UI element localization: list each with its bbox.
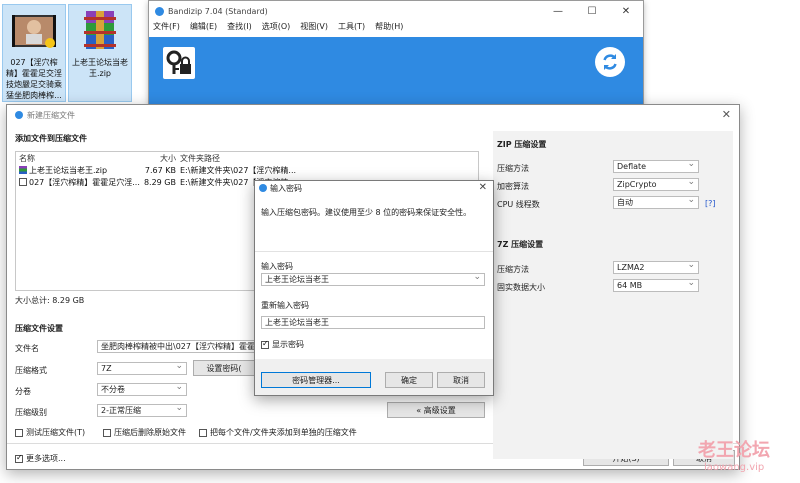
maximize-icon[interactable]: ☐	[575, 1, 609, 21]
zip-method-select[interactable]: Deflate	[613, 160, 699, 173]
password-dialog-title: 输入密码	[270, 183, 302, 193]
column-name[interactable]: 名称	[16, 153, 140, 164]
checkbox-box[interactable]	[15, 453, 23, 463]
desktop-icon-zip[interactable]: 上老王论坛当老王.zip	[68, 4, 132, 102]
bandizip-title: Bandizip 7.04 (Standard)	[168, 6, 268, 16]
more-options-checkbox[interactable]: 更多选项...	[15, 453, 66, 464]
advanced-settings-button[interactable]: « 高级设置	[387, 402, 485, 418]
delete-after-checkbox[interactable]: 压缩后删除原始文件	[103, 427, 186, 438]
new-archive-titlebar: 新建压缩文件	[7, 105, 739, 125]
format-label: 压缩格式	[15, 366, 47, 375]
close-icon[interactable]: ✕	[722, 108, 731, 121]
split-select[interactable]: 不分卷	[97, 383, 187, 396]
bandizip-small-icon	[259, 184, 267, 192]
password-cancel-button[interactable]: 取消	[437, 372, 485, 388]
bandizip-window-controls: — ☐ ✕	[541, 1, 643, 21]
bandizip-main-window: Bandizip 7.04 (Standard) — ☐ ✕ 文件(F) 编辑(…	[148, 0, 644, 112]
desktop-icon-zip-label: 上老王论坛当老王.zip	[72, 58, 128, 78]
video-file-icon	[19, 178, 27, 186]
password-dialog-titlebar: 输入密码	[255, 181, 493, 195]
video-thumbnail-icon	[10, 7, 58, 55]
minimize-icon[interactable]: —	[541, 1, 575, 21]
level-select[interactable]: 2-正常压缩	[97, 404, 187, 417]
separate-archives-checkbox[interactable]: 把每个文件/文件夹添加到单独的压缩文件	[199, 427, 357, 438]
help-link[interactable]: [?]	[705, 199, 716, 208]
password-dialog: 输入密码 ✕ 输入压缩包密码。建议使用至少 8 位的密码来保证安全性。 输入密码…	[254, 180, 494, 396]
file-row[interactable]: 上老王论坛当老王.zip 7.67 KB E:\新建文件夹\027【淫穴榨精..…	[16, 164, 478, 176]
reenter-password-input[interactable]: 上老王论坛当老王	[261, 316, 485, 329]
bandizip-small-icon	[15, 111, 23, 119]
archive-settings-heading: 压缩文件设置	[15, 324, 63, 333]
show-password-checkbox[interactable]: 显示密码	[261, 339, 304, 350]
file-name: 027【淫穴榨精】霍霍足穴淫...	[29, 177, 140, 187]
password-input[interactable]: 上老王论坛当老王	[261, 273, 485, 286]
7z-method-label: 压缩方法	[497, 265, 529, 274]
zip-file-icon	[19, 166, 27, 174]
close-icon[interactable]: ✕	[479, 182, 487, 193]
checkbox-box[interactable]	[261, 339, 269, 349]
menu-find[interactable]: 查找(I)	[227, 21, 252, 35]
menu-options[interactable]: 选项(O)	[262, 21, 291, 35]
bandizip-toolbar	[149, 37, 643, 111]
filename-label: 文件名	[15, 344, 39, 353]
compression-settings-panel: ZIP 压缩设置 压缩方法 Deflate 加密算法 ZipCrypto CPU…	[493, 131, 733, 459]
checkbox-box[interactable]	[103, 428, 111, 437]
menu-edit[interactable]: 编辑(E)	[190, 21, 217, 35]
format-select[interactable]: 7Z	[97, 362, 187, 375]
bandizip-menubar: 文件(F) 编辑(E) 查找(I) 选项(O) 视图(V) 工具(T) 帮助(H…	[149, 21, 643, 35]
7z-method-select[interactable]: LZMA2	[613, 261, 699, 274]
file-path: E:\新建文件夹\027【淫穴榨精...	[180, 165, 297, 175]
refresh-icon[interactable]	[595, 47, 625, 77]
close-icon[interactable]: ✕	[609, 1, 643, 21]
checkbox-label: 更多选项...	[26, 454, 66, 463]
total-size: 大小总计: 8.29 GB	[15, 296, 85, 305]
column-size[interactable]: 大小	[140, 153, 180, 164]
zip-encrypt-label: 加密算法	[497, 182, 529, 191]
watermark-url: laowang.vip	[704, 462, 765, 473]
cpu-threads-label: CPU 线程数	[497, 200, 540, 209]
ok-button[interactable]: 确定	[385, 372, 433, 388]
reenter-password-label: 重新输入密码	[261, 301, 309, 310]
new-archive-title: 新建压缩文件	[27, 110, 75, 120]
password-manager-button[interactable]: 密码管理器...	[261, 372, 371, 388]
set-password-button[interactable]: 设置密码(	[193, 360, 255, 376]
checkbox-label: 压缩后删除原始文件	[114, 428, 186, 437]
menu-view[interactable]: 视图(V)	[300, 21, 328, 35]
checkbox-label: 测试压缩文件(T)	[26, 428, 86, 437]
checkbox-label: 显示密码	[272, 340, 304, 349]
file-size: 8.29 GB	[143, 177, 176, 187]
desktop-icon-video-label: 027【淫穴榨精】霍霍足交淫技炮嚴足交骑乘猛坐肥肉棒榨...	[6, 58, 62, 100]
password-hint: 输入压缩包密码。建议使用至少 8 位的密码来保证安全性。	[261, 208, 472, 217]
password-dialog-footer: 密码管理器... 确定 取消	[255, 359, 493, 395]
watermark-text: 老王论坛	[698, 440, 770, 461]
bandizip-app-icon	[155, 6, 164, 16]
add-files-heading: 添加文件到压缩文件	[15, 134, 87, 143]
checkbox-box[interactable]	[199, 428, 207, 437]
file-list-header: 名称 大小 文件夹路径	[16, 152, 478, 164]
cpu-threads-select[interactable]: 自动	[613, 196, 699, 209]
solid-block-select[interactable]: 64 MB	[613, 279, 699, 292]
solid-block-label: 固实数据大小	[497, 283, 545, 292]
divider	[255, 251, 493, 252]
zip-settings-heading: ZIP 压缩设置	[497, 140, 547, 149]
lock-key-icon[interactable]	[163, 47, 195, 79]
file-name: 上老王论坛当老王.zip	[29, 165, 108, 175]
desktop-icon-video[interactable]: 027【淫穴榨精】霍霍足交淫技炮嚴足交骑乘猛坐肥肉棒榨...	[2, 4, 66, 102]
column-path[interactable]: 文件夹路径	[180, 153, 320, 164]
zip-method-label: 压缩方法	[497, 164, 529, 173]
file-size: 7.67 KB	[144, 165, 176, 175]
test-archive-checkbox[interactable]: 测试压缩文件(T)	[15, 427, 85, 438]
checkbox-box[interactable]	[15, 428, 23, 437]
checkbox-label: 把每个文件/文件夹添加到单独的压缩文件	[210, 428, 357, 437]
menu-help[interactable]: 帮助(H)	[375, 21, 403, 35]
7z-settings-heading: 7Z 压缩设置	[497, 240, 544, 249]
level-label: 压缩级别	[15, 408, 47, 417]
split-label: 分卷	[15, 387, 31, 396]
winrar-archive-icon	[76, 7, 124, 55]
filename-input[interactable]: 坐肥肉棒榨精被中出\027【淫穴榨精】霍霍足	[97, 340, 257, 353]
password-label: 输入密码	[261, 262, 293, 271]
menu-file[interactable]: 文件(F)	[153, 21, 180, 35]
zip-encrypt-select[interactable]: ZipCrypto	[613, 178, 699, 191]
menu-tools[interactable]: 工具(T)	[338, 21, 365, 35]
